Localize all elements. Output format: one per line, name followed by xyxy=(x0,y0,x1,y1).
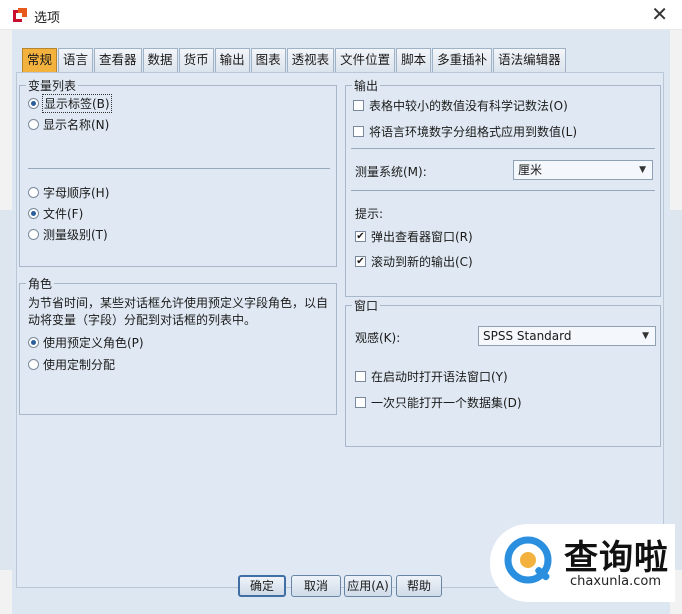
variable-list-group: 变量列表 显示标签(B) 显示名称(N) 字母顺序(H) 文件(F) 测量级别(… xyxy=(19,77,337,267)
scroll-to-output-checkbox[interactable]: ✔ 滚动到新的输出(C) xyxy=(355,253,473,270)
option-label: 使用预定义角色(P) xyxy=(43,336,144,350)
option-label: 显示标签(B) xyxy=(42,94,112,113)
select-value: 厘米 xyxy=(518,163,543,177)
tab-output[interactable]: 输出 xyxy=(214,48,250,72)
option-label: 将语言环境数字分组格式应用到数值(L) xyxy=(369,125,578,139)
display-names-radio[interactable]: 显示名称(N) xyxy=(28,116,109,133)
predefined-roles-radio[interactable]: 使用预定义角色(P) xyxy=(28,334,144,351)
radio-indicator xyxy=(28,187,39,198)
background-app-strip-left xyxy=(0,210,12,570)
display-labels-radio[interactable]: 显示标签(B) xyxy=(28,94,112,113)
checkbox-box xyxy=(355,371,366,382)
tab-file-locations[interactable]: 文件位置 xyxy=(335,48,396,72)
custom-assignment-radio[interactable]: 使用定制分配 xyxy=(28,356,115,373)
option-label: 测量级别(T) xyxy=(43,228,108,242)
option-label: 表格中较小的数值没有科学记数法(O) xyxy=(369,99,568,113)
option-label: 在启动时打开语法窗口(Y) xyxy=(371,370,508,384)
divider xyxy=(351,190,655,191)
window-title: 选项 xyxy=(34,11,61,26)
option-label: 一次只能打开一个数据集(D) xyxy=(371,396,522,410)
checkbox-box: ✔ xyxy=(355,256,366,267)
general-tab-panel: 变量列表 显示标签(B) 显示名称(N) 字母顺序(H) 文件(F) 测量级别(… xyxy=(16,72,664,588)
divider xyxy=(351,148,655,149)
roles-description: 为节省时间，某些对话框允许使用预定义字段角色，以自动将变量（字段）分配到对话框的… xyxy=(28,296,329,327)
radio-indicator xyxy=(28,337,39,348)
option-label: 字母顺序(H) xyxy=(43,186,110,200)
tab-viewer[interactable]: 查看器 xyxy=(94,48,142,72)
measurement-system-label: 测量系统(M): xyxy=(355,165,427,179)
tab-currency[interactable]: 货币 xyxy=(178,48,214,72)
alphabetical-radio[interactable]: 字母顺序(H) xyxy=(28,184,109,201)
option-label: 滚动到新的输出(C) xyxy=(371,255,473,269)
look-and-feel-label: 观感(K): xyxy=(355,331,401,345)
checkbox-box xyxy=(353,100,364,111)
option-label: 使用定制分配 xyxy=(43,358,116,372)
tab-strip: 常规 语言 查看器 数据 货币 输出 图表 透视表 文件位置 脚本 多重插补 语… xyxy=(22,48,567,73)
help-button[interactable]: 帮助 xyxy=(396,575,442,597)
select-value: SPSS Standard xyxy=(483,329,572,343)
tab-language[interactable]: 语言 xyxy=(58,48,94,72)
radio-indicator xyxy=(28,229,39,240)
tab-syntax-editor[interactable]: 语法编辑器 xyxy=(493,48,566,72)
chevron-down-icon: ▼ xyxy=(642,331,649,341)
close-icon[interactable]: ✕ xyxy=(651,3,668,25)
spss-app-icon xyxy=(13,8,27,22)
radio-indicator xyxy=(28,98,39,109)
chaxunla-watermark: 查询啦 chaxunla.com xyxy=(490,524,675,602)
notify-label: 提示: xyxy=(355,207,384,221)
radio-indicator xyxy=(28,208,39,219)
radio-indicator xyxy=(28,119,39,130)
output-group: 输出 表格中较小的数值没有科学记数法(O) 将语言环境数字分组格式应用到数值(L… xyxy=(345,77,661,297)
single-dataset-checkbox[interactable]: 一次只能打开一个数据集(D) xyxy=(355,394,522,411)
roles-legend: 角色 xyxy=(26,275,55,292)
divider xyxy=(28,168,330,169)
tab-data[interactable]: 数据 xyxy=(142,48,178,72)
tab-pivot-tables[interactable]: 透视表 xyxy=(286,48,335,72)
radio-indicator xyxy=(28,359,39,370)
variable-list-legend: 变量列表 xyxy=(26,77,79,94)
apply-button[interactable]: 应用(A) xyxy=(344,575,392,597)
background-app-strip-right xyxy=(670,210,682,570)
watermark-brand: 查询啦 xyxy=(564,538,669,578)
title-bar: 选项 ✕ xyxy=(0,0,682,30)
output-legend: 输出 xyxy=(352,77,381,94)
chevron-down-icon: ▼ xyxy=(639,165,646,175)
window-group: 窗口 观感(K): SPSS Standard ▼ 在启动时打开语法窗口(Y) … xyxy=(345,297,661,447)
checkbox-box: ✔ xyxy=(355,231,366,242)
raise-viewer-checkbox[interactable]: ✔ 弹出查看器窗口(R) xyxy=(355,228,473,245)
tab-general[interactable]: 常规 xyxy=(22,48,58,73)
roles-group: 角色 为节省时间，某些对话框允许使用预定义字段角色，以自动将变量（字段）分配到对… xyxy=(19,275,337,415)
window-legend: 窗口 xyxy=(352,297,381,314)
tab-scripts[interactable]: 脚本 xyxy=(396,48,432,72)
ok-button[interactable]: 确定 xyxy=(238,575,286,597)
no-scientific-notation-checkbox[interactable]: 表格中较小的数值没有科学记数法(O) xyxy=(353,97,568,114)
option-label: 文件(F) xyxy=(43,207,84,221)
locale-grouping-checkbox[interactable]: 将语言环境数字分组格式应用到数值(L) xyxy=(353,123,577,140)
tab-charts[interactable]: 图表 xyxy=(250,48,286,72)
option-label: 弹出查看器窗口(R) xyxy=(371,230,473,244)
chaxunla-logo-icon xyxy=(504,536,552,584)
option-label: 显示名称(N) xyxy=(43,118,110,132)
checkbox-box xyxy=(353,126,364,137)
watermark-domain: chaxunla.com xyxy=(570,574,661,589)
look-and-feel-select[interactable]: SPSS Standard ▼ xyxy=(478,326,656,346)
open-syntax-on-startup-checkbox[interactable]: 在启动时打开语法窗口(Y) xyxy=(355,368,508,385)
measurement-level-radio[interactable]: 测量级别(T) xyxy=(28,226,108,243)
tab-multiple-imputation[interactable]: 多重插补 xyxy=(432,48,493,72)
file-order-radio[interactable]: 文件(F) xyxy=(28,205,83,222)
measurement-system-select[interactable]: 厘米 ▼ xyxy=(513,160,653,180)
checkbox-box xyxy=(355,397,366,408)
cancel-button[interactable]: 取消 xyxy=(291,575,341,597)
